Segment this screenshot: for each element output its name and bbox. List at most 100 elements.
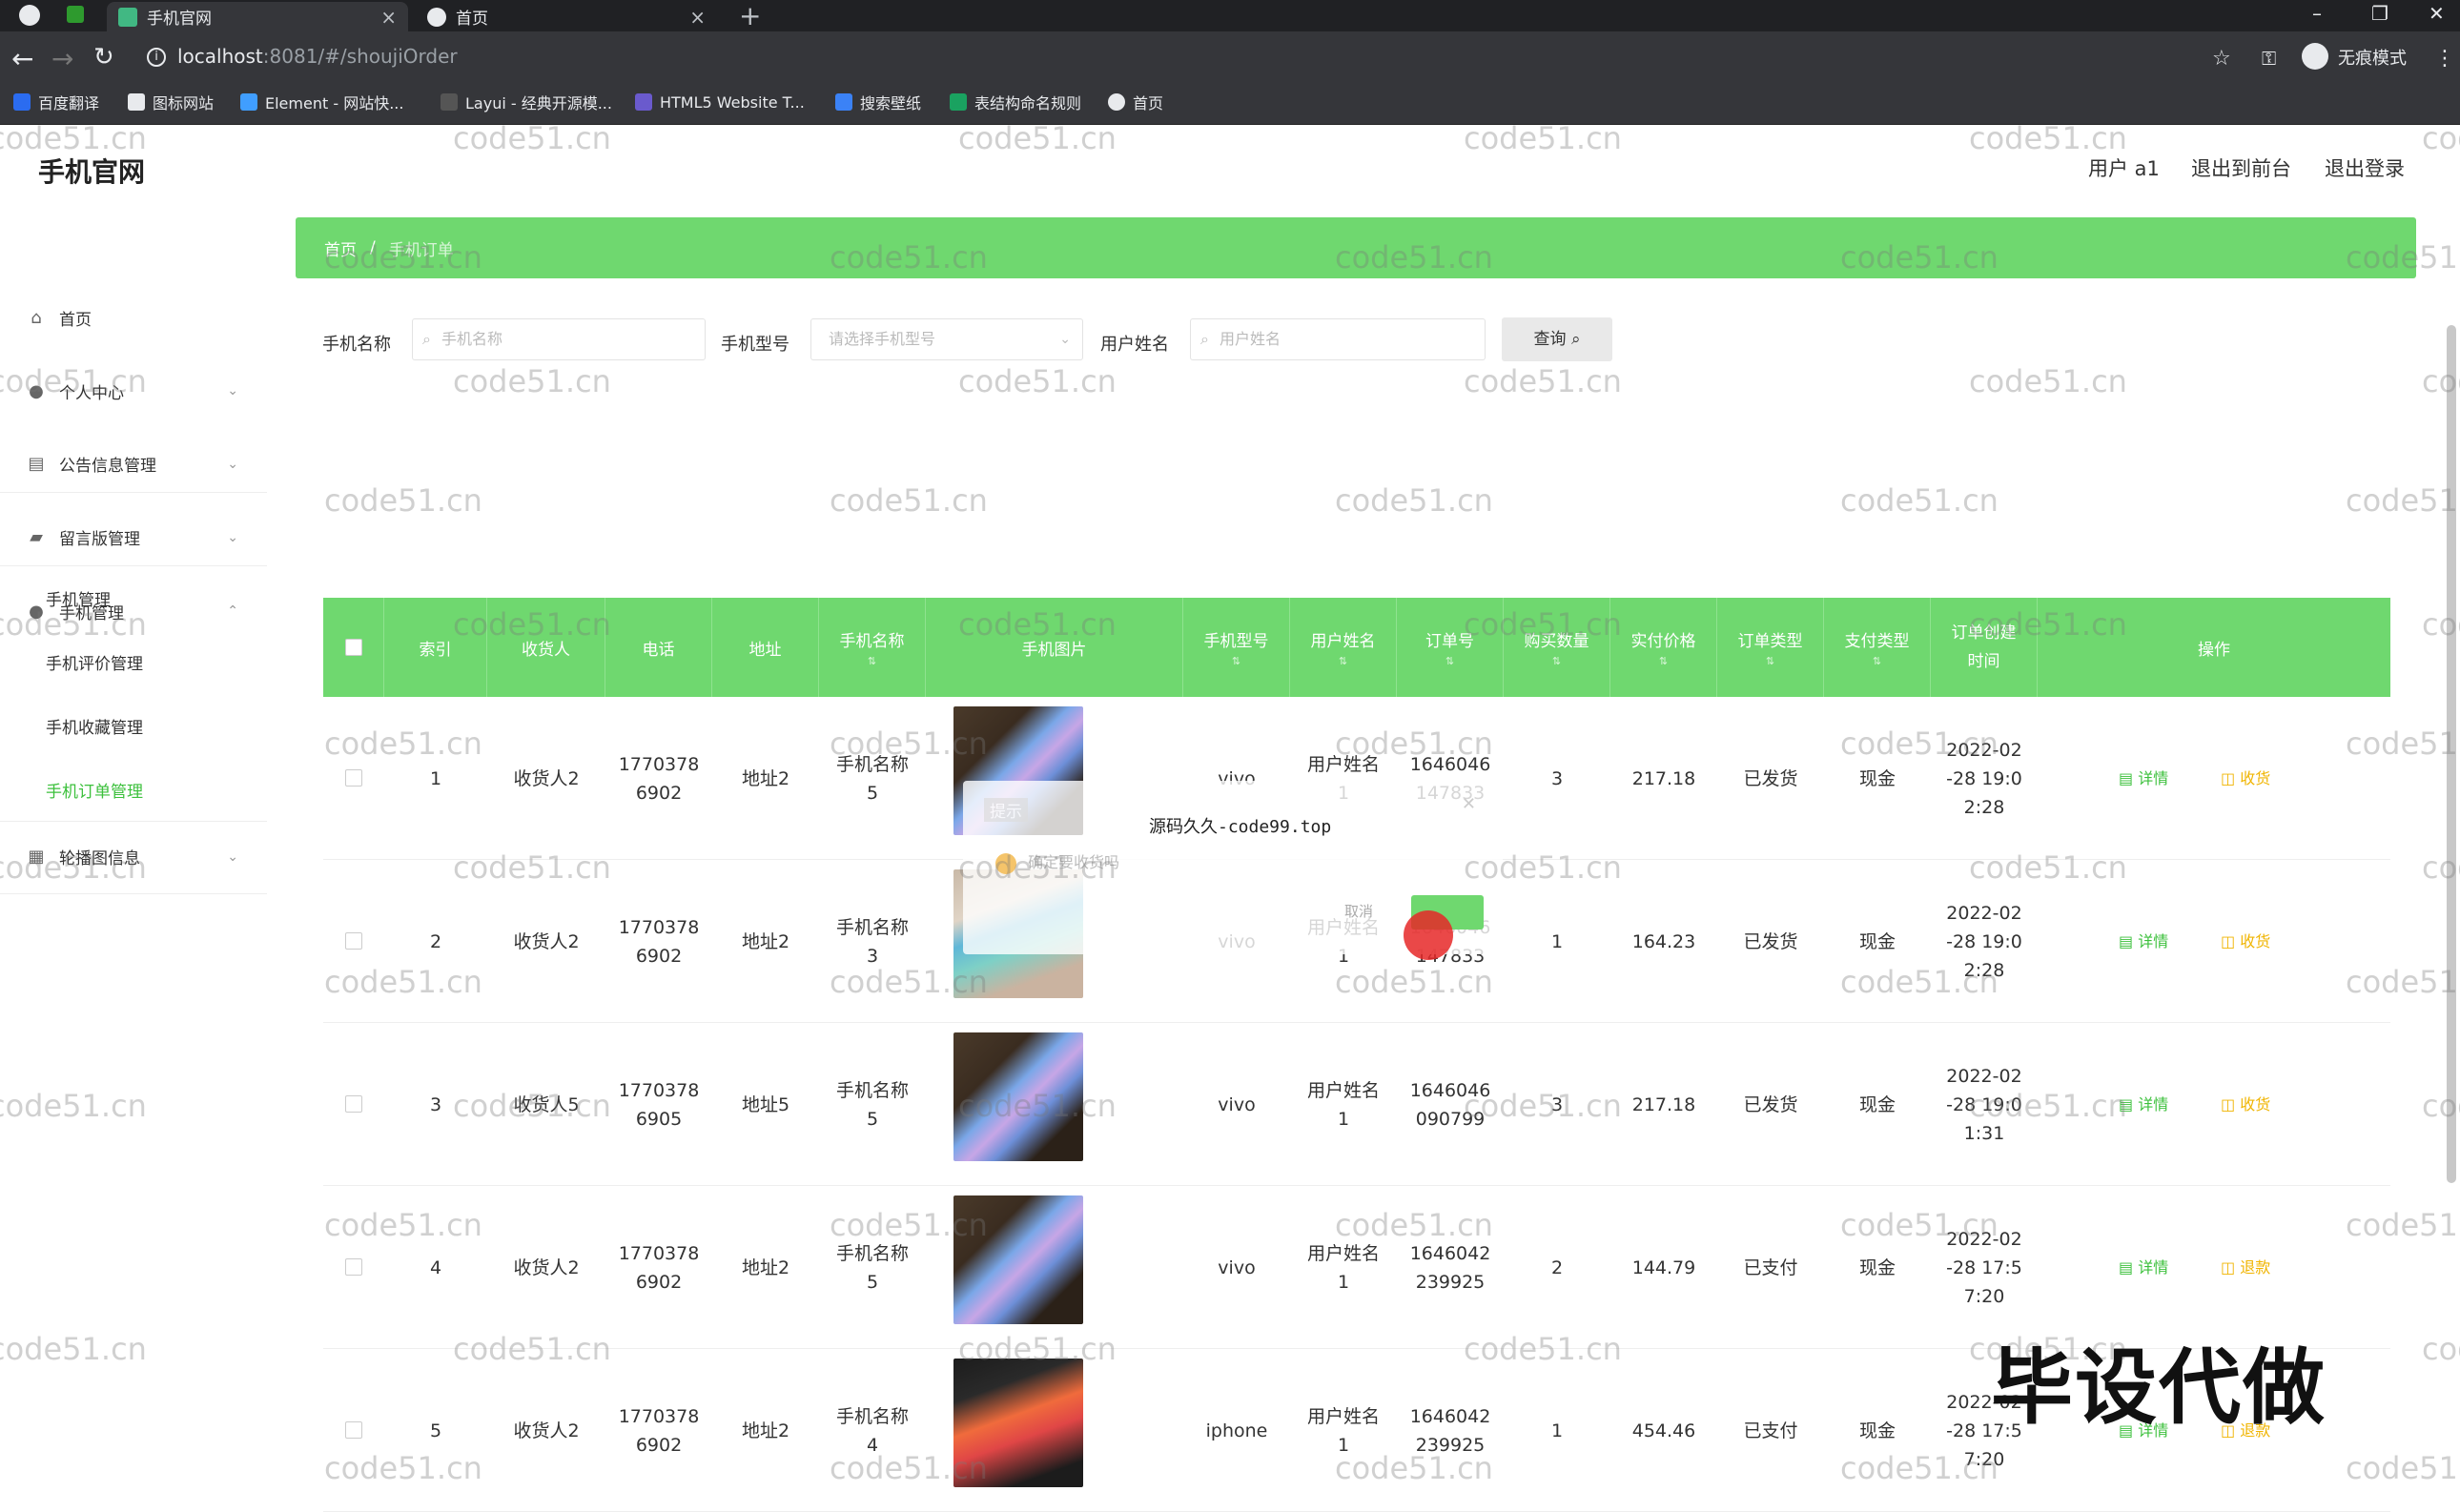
star-icon[interactable]: ☆ xyxy=(2212,47,2231,71)
incognito-icon[interactable] xyxy=(2302,43,2328,70)
row-checkbox[interactable] xyxy=(345,1095,362,1113)
column-header[interactable]: 订单号 ⇅ xyxy=(1397,598,1504,697)
user-name-label: 用户姓名 xyxy=(1100,335,1169,355)
cell-text: 144.79 xyxy=(1631,1257,1696,1278)
back-to-front-link[interactable]: 退出到前台 xyxy=(2191,153,2291,182)
cell-phone: 17703786902 xyxy=(605,1349,712,1512)
home-icon: ⌂ xyxy=(31,307,42,328)
bookmark[interactable]: 百度翻译 xyxy=(13,91,99,113)
detail-label: 详情 xyxy=(2138,1258,2169,1277)
cell-text: 454.46 xyxy=(1631,1420,1696,1441)
info-icon[interactable]: i xyxy=(147,48,166,67)
column-header[interactable]: 地址 xyxy=(712,598,819,697)
column-header[interactable]: 用户姓名 ⇅ xyxy=(1290,598,1397,697)
sidebar-subitem-favorite[interactable]: 手机收藏管理 xyxy=(46,714,143,738)
sidebar-item-message[interactable]: ▰ 留言版管理 ⌄ xyxy=(0,509,267,566)
dialog-cancel-button[interactable]: 取消 xyxy=(1344,901,1373,921)
close-tab-icon[interactable]: × xyxy=(380,6,397,29)
detail-button[interactable]: ▤ 详情 xyxy=(2119,1255,2168,1277)
detail-button[interactable]: ▤ 详情 xyxy=(2119,1092,2168,1114)
bookmark[interactable]: Element - 网站快... xyxy=(240,91,403,113)
breadcrumb-home[interactable]: 首页 xyxy=(324,236,357,260)
phone-name-input[interactable]: ⌕ 手机名称 xyxy=(412,318,706,360)
row-checkbox[interactable] xyxy=(345,932,362,950)
sidebar-subitem-review[interactable]: 手机评价管理 xyxy=(46,650,143,674)
url-field[interactable]: localhost:8081/#/shoujiOrder xyxy=(177,45,458,68)
select-all-checkbox[interactable] xyxy=(344,639,362,656)
column-header[interactable]: 实付价格 ⇅ xyxy=(1610,598,1717,697)
bookmark[interactable]: 图标网站 xyxy=(128,91,214,113)
reload-icon[interactable]: ↻ xyxy=(93,43,114,72)
header-label: 订单号 xyxy=(1425,632,1474,651)
detail-button[interactable]: ▤ 详情 xyxy=(2119,766,2168,788)
query-button[interactable]: 查询 ⌕ xyxy=(1502,317,1612,361)
order-action-button[interactable]: ◫ 收货 xyxy=(2221,766,2270,788)
sidebar-subitem-order[interactable]: 手机订单管理 xyxy=(46,778,143,802)
row-checkbox[interactable] xyxy=(345,769,362,787)
sidebar-item-carousel[interactable]: ▦ 轮播图信息 ⌄ xyxy=(0,820,267,894)
order-action-button[interactable]: ◫ 退款 xyxy=(2221,1255,2270,1277)
chevron-down-icon: ⌄ xyxy=(227,848,238,865)
table-header: 索引 收货人 电话 地址 手机名称 ⇅ 手机图片 手机型号 ⇅ 用户姓名 ⇅ 订单号 ⇅… xyxy=(323,598,2390,697)
phone-type-select[interactable]: 请选择手机型号 ⌄ xyxy=(810,318,1083,360)
bookmark-label: HTML5 Website T... xyxy=(660,92,805,112)
sort-icon: ⇅ xyxy=(1765,655,1775,667)
tab-phone-site[interactable]: 手机官网 × xyxy=(107,2,408,31)
column-header[interactable]: 支付类型 ⇅ xyxy=(1824,598,1931,697)
sidebar-item-phone-mgmt[interactable]: ● 手机管理 ⌃ xyxy=(0,582,267,640)
back-icon[interactable]: ← xyxy=(11,43,33,74)
cell-text: 收货人5 xyxy=(513,1093,580,1115)
sidebar-item-label: 公告信息管理 xyxy=(59,457,156,476)
detail-icon: ▤ xyxy=(2119,769,2139,787)
column-header[interactable]: 电话 xyxy=(605,598,712,697)
close-window-icon[interactable]: ✕ xyxy=(2429,2,2445,25)
bookmark[interactable]: 首页 xyxy=(1108,91,1163,113)
watermark-text: code51.cn xyxy=(453,120,611,156)
row-checkbox[interactable] xyxy=(345,1421,362,1439)
cell-text: 收货人2 xyxy=(513,1257,580,1278)
column-header[interactable]: 手机型号 ⇅ xyxy=(1183,598,1290,697)
minimize-icon[interactable]: – xyxy=(2312,2,2322,25)
tab-home[interactable]: 首页 × xyxy=(416,2,717,31)
sidebar-item-profile[interactable]: ● 个人中心 ⌄ xyxy=(0,362,267,419)
chrome-menu-icon[interactable] xyxy=(19,5,40,26)
close-tab-icon[interactable]: × xyxy=(689,6,706,29)
scrollbar[interactable] xyxy=(2447,325,2456,1183)
order-action-button[interactable]: ◫ 收货 xyxy=(2221,929,2270,951)
forward-icon[interactable]: → xyxy=(51,43,73,74)
cell-order: 1646042239925 xyxy=(1397,1186,1504,1349)
header-label: 订单创建时间 xyxy=(1951,623,2017,671)
bookmark[interactable]: Layui - 经典开源模... xyxy=(441,91,612,113)
user-name-input[interactable]: ⌕ 用户姓名 xyxy=(1190,318,1486,360)
query-label: 查询 xyxy=(1533,330,1567,349)
bookmark[interactable]: HTML5 Website T... xyxy=(635,91,805,113)
chevron-up-icon: ⌃ xyxy=(227,603,238,619)
column-header[interactable]: 订单创建时间 xyxy=(1931,598,2038,697)
column-header[interactable]: 购买数量 ⇅ xyxy=(1504,598,1610,697)
column-header[interactable]: 索引 xyxy=(384,598,487,697)
restore-icon[interactable]: ❐ xyxy=(2371,2,2388,25)
cell-status: 已支付 xyxy=(1717,1349,1824,1512)
sidebar-subitem-phone[interactable]: 手机管理 xyxy=(46,586,111,610)
logout-link[interactable]: 退出登录 xyxy=(2325,153,2405,182)
more-icon[interactable]: ⋮ xyxy=(2434,47,2455,71)
close-icon[interactable]: ✕ xyxy=(1462,794,1476,814)
key-icon[interactable]: ⚿ xyxy=(2262,47,2276,70)
cell-text: 17703786902 xyxy=(618,753,700,804)
bookmark[interactable]: 搜索壁纸 xyxy=(835,91,921,113)
column-header[interactable]: 订单类型 ⇅ xyxy=(1717,598,1824,697)
bookmark[interactable]: 表结构命名规则 xyxy=(950,91,1081,113)
detail-button[interactable]: ▤ 详情 xyxy=(2119,929,2168,951)
watermark-text: code51.cn xyxy=(1335,482,1493,519)
header-label: 索引 xyxy=(419,640,452,660)
sidebar-item-notice[interactable]: ▤ 公告信息管理 ⌄ xyxy=(0,436,267,493)
order-action-button[interactable]: ◫ 收货 xyxy=(2221,1092,2270,1114)
row-checkbox[interactable] xyxy=(345,1258,362,1276)
column-header: 手机图片 xyxy=(926,598,1183,697)
column-header[interactable]: 收货人 xyxy=(487,598,605,697)
cell-pay: 现金 xyxy=(1824,1349,1931,1512)
sidebar-item-home[interactable]: ⌂ 首页 xyxy=(0,289,267,346)
column-header[interactable]: 手机名称 ⇅ xyxy=(819,598,926,697)
new-tab-button[interactable]: + xyxy=(739,0,761,31)
cell-text: 2 xyxy=(429,930,442,952)
